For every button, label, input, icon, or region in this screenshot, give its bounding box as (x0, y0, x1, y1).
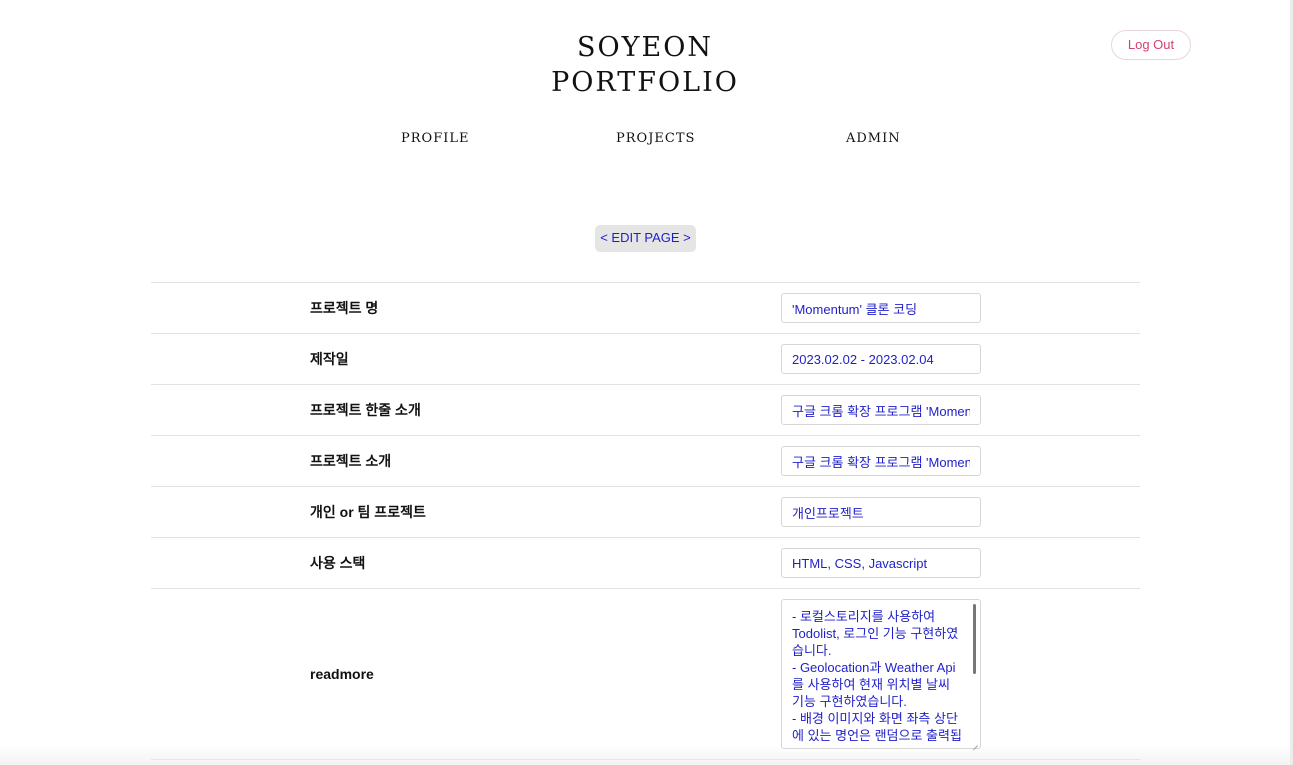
logo-line-1: SOYEON (577, 32, 713, 63)
edit-page-button[interactable]: < EDIT PAGE > (595, 225, 696, 252)
form-row-created-date: 제작일 (151, 334, 1140, 385)
form-row-team-type: 개인 or 팀 프로젝트 (151, 487, 1140, 538)
team-type-label: 개인 or 팀 프로젝트 (310, 504, 426, 520)
nav-admin[interactable]: ADMIN (846, 131, 901, 146)
nav-profile[interactable]: PROFILE (401, 131, 469, 146)
tech-stack-input[interactable] (781, 548, 981, 578)
bottom-shadow (0, 745, 1290, 765)
form-row-tech-stack: 사용 스택 (151, 538, 1140, 589)
project-name-label: 프로젝트 명 (310, 300, 379, 316)
project-intro-label: 프로젝트 소개 (310, 453, 392, 469)
form-row-project-name: 프로젝트 명 (151, 283, 1140, 334)
form-row-readmore: readmore - 로컬스토리지를 사용하여 Todolist, 로그인 기능… (151, 589, 1140, 760)
readmore-scrollbar[interactable] (973, 604, 976, 674)
logo-line-2: PORTFOLIO (551, 67, 739, 98)
one-line-intro-input[interactable] (781, 395, 981, 425)
project-edit-form: 프로젝트 명 제작일 프로젝트 한줄 소개 프로젝트 소개 개인 or 팀 프로… (151, 282, 1140, 760)
admin-edit-page: SOYEON PORTFOLIO Log Out PROFILE PROJECT… (0, 0, 1293, 765)
readmore-label: readmore (310, 666, 374, 682)
created-date-label: 제작일 (310, 351, 349, 367)
created-date-input[interactable] (781, 344, 981, 374)
team-type-input[interactable] (781, 497, 981, 527)
site-logo[interactable]: SOYEON PORTFOLIO (0, 30, 1290, 100)
form-row-project-intro: 프로젝트 소개 (151, 436, 1140, 487)
project-intro-input[interactable] (781, 446, 981, 476)
logout-button[interactable]: Log Out (1111, 30, 1191, 60)
project-name-input[interactable] (781, 293, 981, 323)
readmore-textarea[interactable]: - 로컬스토리지를 사용하여 Todolist, 로그인 기능 구현하였습니다.… (781, 599, 981, 749)
tech-stack-label: 사용 스택 (310, 555, 366, 571)
one-line-intro-label: 프로젝트 한줄 소개 (310, 402, 421, 418)
nav-projects[interactable]: PROJECTS (616, 131, 695, 146)
form-row-one-line-intro: 프로젝트 한줄 소개 (151, 385, 1140, 436)
